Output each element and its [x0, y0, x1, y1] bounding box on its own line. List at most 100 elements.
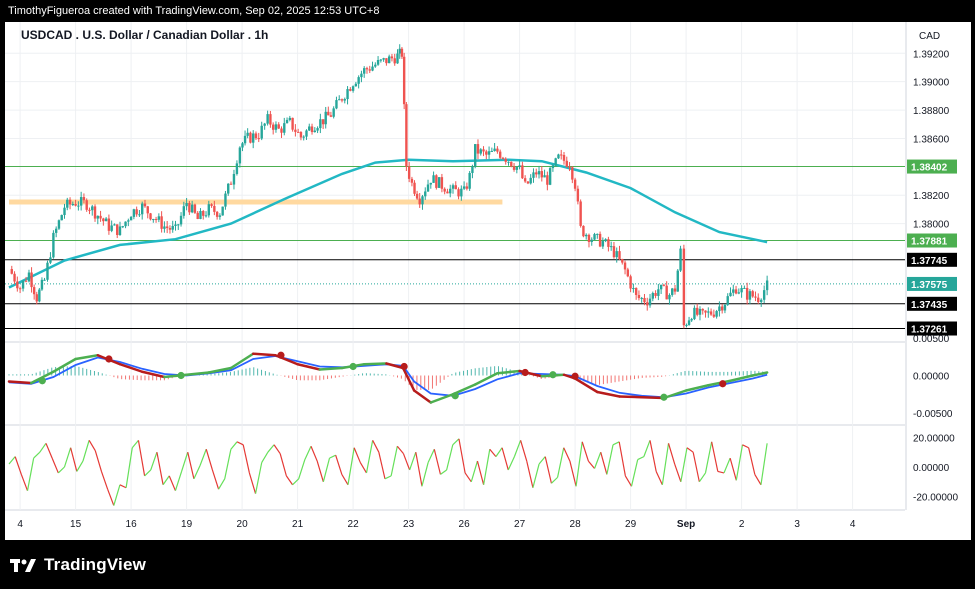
candle-body [402, 56, 406, 105]
candle-body [659, 284, 663, 290]
candle-body [143, 203, 147, 207]
candle-body [634, 288, 638, 295]
candle-body [354, 83, 358, 87]
candle-body [540, 171, 543, 178]
candle-body [213, 205, 216, 212]
candle-body [701, 308, 704, 311]
candle-body [498, 151, 502, 158]
time-tick-label: Sep [677, 519, 695, 530]
pane-bg [5, 22, 971, 342]
candle-body [496, 148, 499, 152]
candle-body [709, 311, 713, 315]
candle-body [410, 178, 414, 183]
candle-body [576, 188, 580, 202]
candle-body [229, 183, 233, 185]
tradingview-logo-icon [10, 559, 36, 572]
candle-body [327, 111, 330, 116]
candle-body [687, 320, 691, 325]
candle-body [321, 119, 325, 125]
candle-body [734, 289, 738, 294]
candle-body [241, 143, 244, 148]
level-label: 1.37745 [911, 256, 948, 267]
candle-body [748, 291, 752, 300]
chart-canvas[interactable]: 1.384021.378811.377451.375751.374351.372… [5, 22, 971, 540]
candle-body [379, 59, 383, 61]
candle-body [454, 185, 457, 190]
price-tick-label: 1.39000 [913, 78, 950, 89]
candle-body [668, 294, 671, 300]
candle-body [343, 99, 346, 101]
candle-body [679, 248, 682, 271]
candle-body [762, 290, 766, 300]
candle-body [154, 219, 158, 221]
candle-body [507, 161, 510, 163]
candle-body [335, 100, 338, 109]
candle-body [77, 205, 80, 207]
candle-body [85, 200, 88, 210]
time-tick-label: 15 [70, 519, 82, 530]
candle-body [565, 160, 568, 167]
top-strip: TimothyFigueroa created with TradingView… [0, 0, 975, 22]
candle-body [280, 128, 283, 133]
candle-body [66, 199, 69, 208]
time-tick-label: 23 [403, 519, 415, 530]
candle-body [537, 171, 541, 175]
candle-body [243, 135, 247, 144]
candle-body [526, 181, 530, 184]
tradingview-brand[interactable]: TradingView [10, 555, 146, 575]
candle-body [685, 324, 688, 326]
candle-body [43, 279, 46, 281]
candle-body [398, 48, 401, 54]
time-tick-label: 19 [181, 519, 193, 530]
candle-body [340, 99, 344, 101]
chart-frame[interactable]: 1.38402 1.37881 1.37745 1.37575 1.37435 1.372… [5, 22, 971, 540]
candle-body [393, 58, 396, 64]
crossover-dot [571, 372, 579, 380]
oscillator-tick-label: -0.00500 [913, 409, 953, 420]
candle-body [63, 207, 66, 216]
candle-body [521, 165, 524, 179]
candle-body [426, 184, 430, 192]
candle-body [82, 197, 86, 201]
candle-body [405, 104, 408, 167]
candle-body [357, 77, 360, 84]
candle-body [260, 125, 263, 139]
candle-body [587, 234, 591, 243]
candle-body [637, 294, 641, 299]
crossover-dot [177, 371, 185, 380]
candle-body [113, 224, 116, 226]
candle-body [116, 224, 119, 235]
candle-body [712, 314, 716, 317]
candle-body [16, 281, 19, 289]
candle-body [363, 68, 366, 74]
candle-body [365, 68, 369, 70]
candle-body [745, 287, 749, 300]
candle-body [368, 69, 371, 71]
candle-body [757, 297, 760, 303]
candle-body [646, 302, 649, 306]
candle-body [548, 168, 552, 185]
candle-body [501, 157, 505, 159]
candle-body [299, 132, 303, 138]
candle-body [732, 289, 735, 293]
candle-body [60, 215, 63, 221]
candle-body [665, 285, 668, 300]
candle-body [374, 64, 377, 67]
time-tick-label: 4 [17, 519, 23, 530]
candle-body [435, 175, 438, 188]
candle-body [512, 166, 516, 170]
macd-line-segment [7, 380, 33, 385]
candle-body [562, 154, 566, 161]
candle-body [204, 215, 208, 217]
candle-body [446, 191, 449, 194]
crossover-dot [549, 371, 557, 379]
candle-body [346, 89, 349, 100]
candle-body [249, 132, 252, 143]
candle-body [27, 272, 31, 282]
candle-body [704, 310, 707, 313]
candle-body [554, 158, 557, 166]
candle-body [252, 133, 255, 143]
candle-body [621, 258, 624, 263]
macd-line-segment [618, 395, 643, 399]
candle-body [546, 175, 549, 185]
